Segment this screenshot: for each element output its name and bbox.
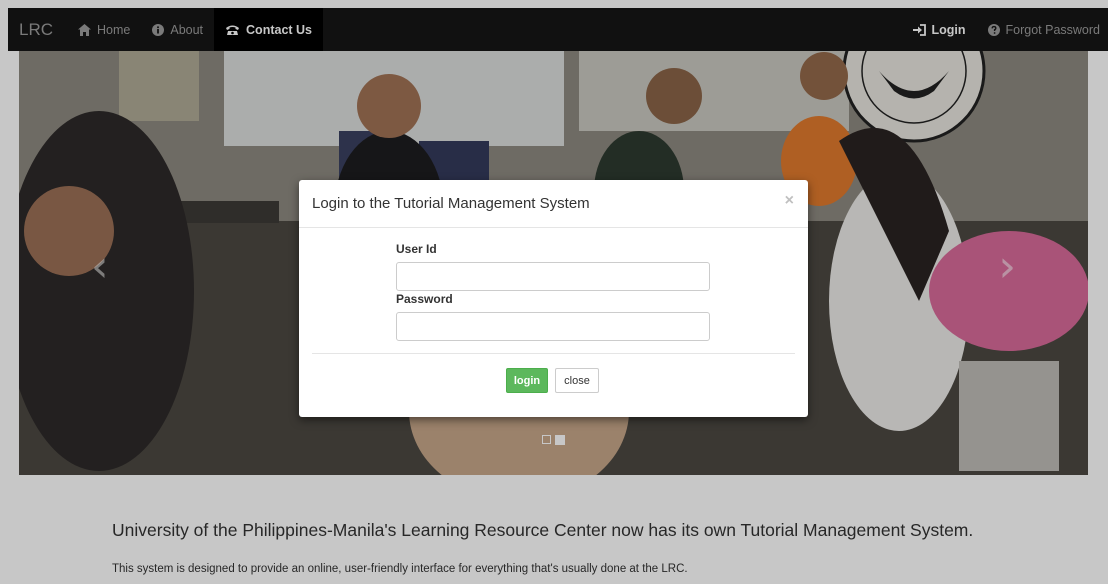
modal-header: Login to the Tutorial Management System bbox=[299, 180, 808, 228]
userid-input[interactable] bbox=[396, 262, 710, 291]
close-button[interactable]: close bbox=[555, 368, 599, 393]
login-modal: Login to the Tutorial Management System … bbox=[299, 180, 808, 417]
userid-label: User Id bbox=[396, 242, 437, 256]
close-icon[interactable]: × bbox=[785, 192, 794, 210]
modal-title: Login to the Tutorial Management System bbox=[312, 195, 590, 212]
password-input[interactable] bbox=[396, 312, 710, 341]
password-label: Password bbox=[396, 292, 453, 306]
modal-divider bbox=[312, 353, 795, 354]
login-button[interactable]: login bbox=[506, 368, 548, 393]
